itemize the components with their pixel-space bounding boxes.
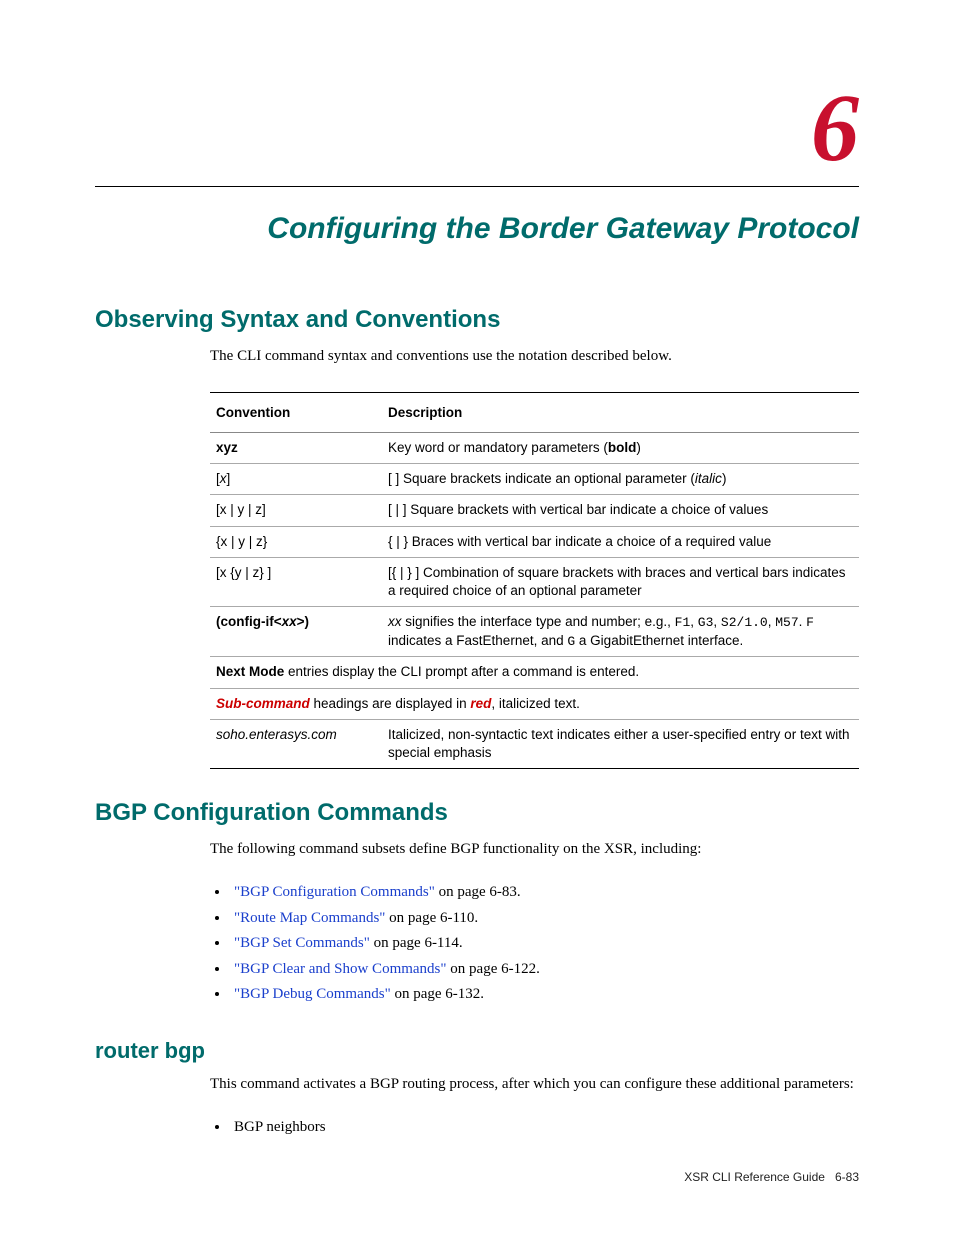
- text-ital: xx: [388, 614, 402, 629]
- text-mono: F1: [675, 615, 691, 630]
- footer-page: 6-83: [835, 1170, 859, 1184]
- th-description: Description: [382, 393, 859, 433]
- text: on page 6-132.: [391, 986, 484, 1002]
- conventions-table: Convention Description xyz Key word or m…: [210, 392, 859, 769]
- list-item: "Route Map Commands" on page 6-110.: [230, 906, 859, 932]
- footer-guide: XSR CLI Reference Guide: [684, 1170, 825, 1184]
- desc-config-if: xx signifies the interface type and numb…: [382, 607, 859, 657]
- chapter-rule: [95, 186, 859, 187]
- text-ital: italic: [695, 471, 722, 486]
- text: ): [636, 440, 641, 455]
- text: ,: [690, 614, 698, 629]
- text: ,: [713, 614, 721, 629]
- text-bold: Next Mode: [216, 664, 284, 679]
- text: (config-if<: [216, 614, 282, 629]
- conv-choice-required: {x | y | z}: [210, 526, 382, 557]
- table-row: soho.enterasys.com Italicized, non-synta…: [210, 719, 859, 768]
- text-mono: F: [806, 615, 814, 630]
- link-bgp-config[interactable]: "BGP Configuration Commands": [234, 884, 435, 900]
- text: >): [297, 614, 309, 629]
- page-footer: XSR CLI Reference Guide 6-83: [95, 1170, 859, 1184]
- text: signifies the interface type and number;…: [402, 614, 675, 629]
- conv-xyz: xyz: [216, 440, 238, 455]
- text-red-bold-ital: Sub-command: [216, 696, 310, 711]
- section-heading-syntax: Observing Syntax and Conventions: [95, 306, 859, 334]
- link-bgp-debug[interactable]: "BGP Debug Commands": [234, 986, 391, 1002]
- text: on page 6-122.: [447, 961, 540, 977]
- table-row: [x] [ ] Square brackets indicate an opti…: [210, 464, 859, 495]
- chapter-number: 6: [95, 80, 859, 176]
- table-row: xyz Key word or mandatory parameters (bo…: [210, 433, 859, 464]
- text: Key word or mandatory parameters (: [388, 440, 608, 455]
- desc-combo: [{ | } ] Combination of square brackets …: [382, 557, 859, 606]
- table-row: (config-if<xx>) xx signifies the interfa…: [210, 607, 859, 657]
- desc-optional: [ ] Square brackets indicate an optional…: [382, 464, 859, 495]
- list-item: "BGP Clear and Show Commands" on page 6-…: [230, 957, 859, 983]
- text: [ ] Square brackets indicate an optional…: [388, 471, 695, 486]
- text-mono: G3: [698, 615, 714, 630]
- link-route-map[interactable]: "Route Map Commands": [234, 910, 385, 926]
- chapter-title: Configuring the Border Gateway Protocol: [95, 212, 859, 246]
- link-bgp-set[interactable]: "BGP Set Commands": [234, 935, 370, 951]
- text-red-bold-ital: red: [470, 696, 491, 711]
- text: headings are displayed in: [310, 696, 471, 711]
- text: ): [722, 471, 727, 486]
- text-ital: x: [220, 471, 227, 486]
- th-convention: Convention: [210, 393, 382, 433]
- desc-xyz: Key word or mandatory parameters (bold): [382, 433, 859, 464]
- text-bold: bold: [608, 440, 637, 455]
- conv-optional: [x]: [210, 464, 382, 495]
- row-nextmode: Next Mode entries display the CLI prompt…: [210, 657, 859, 688]
- text: indicates a FastEthernet, and: [388, 633, 567, 648]
- text-mono: G: [567, 634, 575, 649]
- text: entries display the CLI prompt after a c…: [284, 664, 639, 679]
- text: a GigabitEthernet interface.: [575, 633, 743, 648]
- section-intro-bgp-commands: The following command subsets define BGP…: [210, 839, 859, 860]
- section-heading-bgp-commands: BGP Configuration Commands: [95, 799, 859, 827]
- conv-italics-entry: soho.enterasys.com: [210, 719, 382, 768]
- list-item: "BGP Debug Commands" on page 6-132.: [230, 982, 859, 1008]
- text-mono: M57: [775, 615, 798, 630]
- router-bgp-params-list: BGP neighbors: [210, 1115, 859, 1141]
- table-row: Sub-command headings are displayed in re…: [210, 688, 859, 719]
- table-row: [x | y | z] [ | ] Square brackets with v…: [210, 495, 859, 526]
- table-row: Next Mode entries display the CLI prompt…: [210, 657, 859, 688]
- text-ital: xx: [282, 614, 297, 629]
- subsection-router-bgp: router bgp: [95, 1038, 859, 1064]
- text: on page 6-110.: [385, 910, 478, 926]
- list-item: "BGP Configuration Commands" on page 6-8…: [230, 880, 859, 906]
- bgp-commands-list: "BGP Configuration Commands" on page 6-8…: [210, 880, 859, 1008]
- conv-combo: [x {y | z} ]: [210, 557, 382, 606]
- router-bgp-intro: This command activates a BGP routing pro…: [210, 1074, 859, 1095]
- conv-choice-optional: [x | y | z]: [210, 495, 382, 526]
- table-row: {x | y | z} { | } Braces with vertical b…: [210, 526, 859, 557]
- desc-choice-optional: [ | ] Square brackets with vertical bar …: [382, 495, 859, 526]
- document-page: 6 Configuring the Border Gateway Protoco…: [0, 0, 954, 1224]
- list-item: BGP neighbors: [230, 1115, 859, 1141]
- list-item: "BGP Set Commands" on page 6-114.: [230, 931, 859, 957]
- text: on page 6-83.: [435, 884, 521, 900]
- table-row: [x {y | z} ] [{ | } ] Combination of squ…: [210, 557, 859, 606]
- section-intro-syntax: The CLI command syntax and conventions u…: [210, 346, 859, 367]
- row-subcommand: Sub-command headings are displayed in re…: [210, 688, 859, 719]
- text-mono: S2/1.0: [721, 615, 768, 630]
- desc-italics-entry: Italicized, non-syntactic text indicates…: [382, 719, 859, 768]
- text: on page 6-114.: [370, 935, 463, 951]
- table-header-row: Convention Description: [210, 393, 859, 433]
- text: , italicized text.: [491, 696, 580, 711]
- link-bgp-clear-show[interactable]: "BGP Clear and Show Commands": [234, 961, 447, 977]
- desc-choice-required: { | } Braces with vertical bar indicate …: [382, 526, 859, 557]
- conv-config-if: (config-if<xx>): [210, 607, 382, 657]
- text: ]: [227, 471, 231, 486]
